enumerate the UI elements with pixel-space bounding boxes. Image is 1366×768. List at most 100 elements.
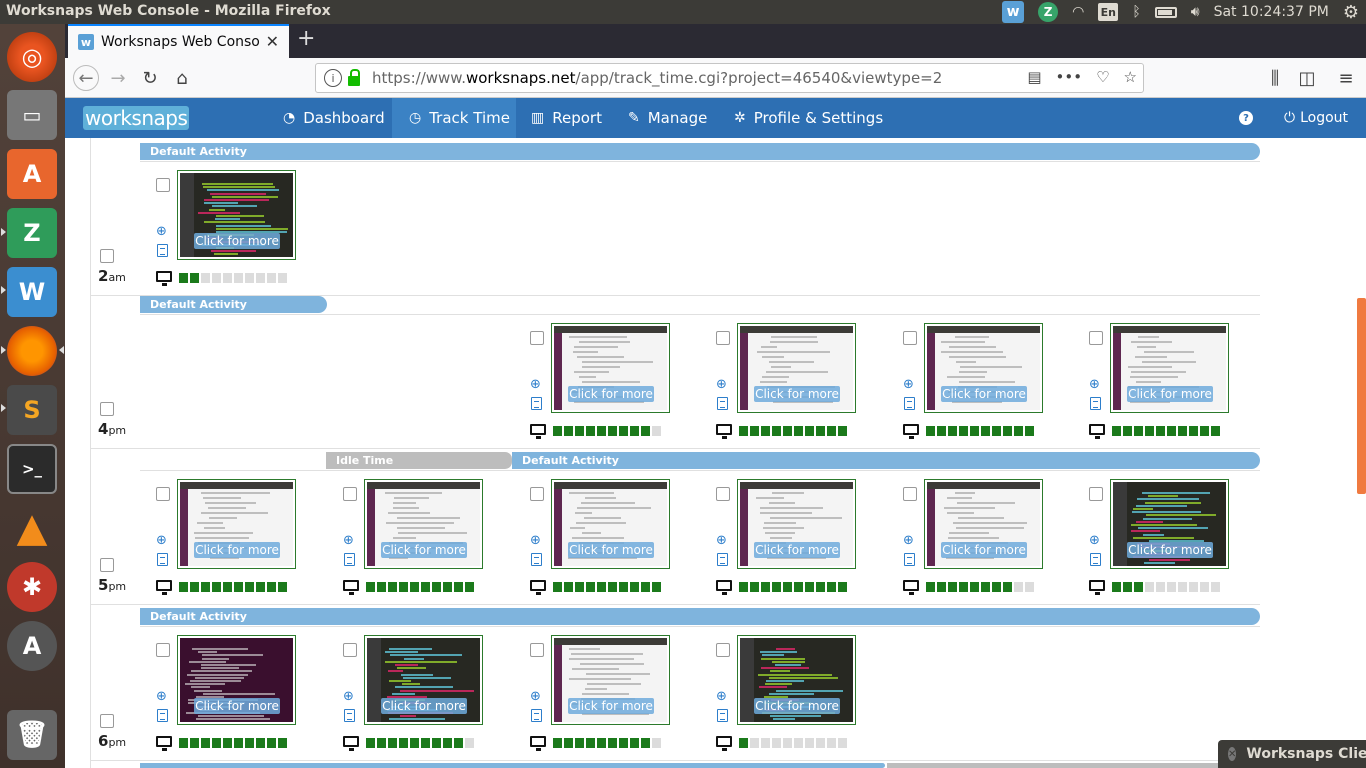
menu-icon[interactable]: ≡ <box>1333 65 1359 91</box>
snapshot-thumbnail[interactable]: Click for more <box>924 323 1043 413</box>
click-for-more-label[interactable]: Click for more <box>1127 386 1213 402</box>
snapshot-thumbnail[interactable]: Click for more <box>737 479 856 569</box>
click-for-more-label[interactable]: Click for more <box>1127 542 1213 558</box>
settings-gear-icon[interactable]: ⚙︎ <box>1343 0 1359 24</box>
note-icon[interactable] <box>531 397 542 410</box>
snapshot-checkbox[interactable] <box>530 331 544 345</box>
click-for-more-label[interactable]: Click for more <box>754 386 840 402</box>
note-icon[interactable] <box>157 709 168 722</box>
pocket-icon[interactable]: ♡ <box>1096 68 1109 86</box>
forward-icon[interactable]: → <box>105 65 131 91</box>
reader-view-icon[interactable]: ▤ <box>1027 68 1041 86</box>
snapshot-checkbox[interactable] <box>1089 331 1103 345</box>
zoom-icon[interactable]: ⊕ <box>1089 533 1100 548</box>
snapshot-thumbnail[interactable]: Click for more <box>924 479 1043 569</box>
software-center-icon[interactable]: A <box>7 149 57 199</box>
row-select-checkbox[interactable] <box>100 402 114 416</box>
reload-icon[interactable]: ↻ <box>137 65 163 91</box>
click-for-more-label[interactable]: Click for more <box>568 698 654 714</box>
zoom-icon[interactable]: ⊕ <box>716 689 727 704</box>
bookmark-star-icon[interactable]: ☆ <box>1124 68 1137 86</box>
snapshot-thumbnail[interactable]: Click for more <box>177 170 296 260</box>
zoom-icon[interactable]: ⊕ <box>156 533 167 548</box>
close-tab-icon[interactable]: ✕ <box>266 32 279 51</box>
click-for-more-label[interactable]: Click for more <box>754 542 840 558</box>
nav-dashboard[interactable]: ◔ Dashboard <box>277 98 391 138</box>
note-icon[interactable] <box>344 553 355 566</box>
snapshot-checkbox[interactable] <box>903 487 917 501</box>
activity-bar[interactable] <box>140 763 885 768</box>
wifi-icon[interactable]: ◠ <box>1072 0 1084 24</box>
files-icon[interactable]: ▭ <box>7 90 57 140</box>
snapshot-thumbnail[interactable]: Click for more <box>1110 323 1229 413</box>
snapshot-checkbox[interactable] <box>716 643 730 657</box>
zoom-icon[interactable]: ⊕ <box>903 377 914 392</box>
click-for-more-label[interactable]: Click for more <box>568 386 654 402</box>
note-icon[interactable] <box>717 709 728 722</box>
zoom-icon[interactable]: ⊕ <box>530 533 541 548</box>
activity-bar[interactable]: Default Activity <box>140 143 1260 160</box>
close-notification-icon[interactable]: ✕ <box>1228 747 1237 761</box>
ubuntu-logo-icon[interactable]: ◎ <box>7 32 57 82</box>
note-icon[interactable] <box>904 397 915 410</box>
network-tool-icon[interactable]: ✱ <box>7 562 57 612</box>
snapshot-thumbnail[interactable]: Click for more <box>1110 479 1229 569</box>
click-for-more-label[interactable]: Click for more <box>941 542 1027 558</box>
snapshot-thumbnail[interactable]: Click for more <box>364 635 483 725</box>
note-icon[interactable] <box>531 553 542 566</box>
worksnaps-icon[interactable]: w <box>1002 0 1025 24</box>
zoom-icon[interactable]: ⊕ <box>156 224 167 239</box>
snapshot-thumbnail[interactable]: Click for more <box>177 635 296 725</box>
terminal-icon[interactable]: >_ <box>7 444 57 494</box>
idle-time-bar[interactable]: Idle Time <box>326 452 512 469</box>
back-icon[interactable]: ← <box>73 65 99 91</box>
click-for-more-label[interactable]: Click for more <box>194 698 280 714</box>
new-tab-icon[interactable]: + <box>297 26 315 51</box>
battery-icon[interactable] <box>1154 0 1177 24</box>
click-for-more-label[interactable]: Click for more <box>194 233 280 249</box>
snapshot-thumbnail[interactable]: Click for more <box>551 479 670 569</box>
home-icon[interactable]: ⌂ <box>169 65 195 91</box>
note-icon[interactable] <box>344 709 355 722</box>
note-icon[interactable] <box>531 709 542 722</box>
click-for-more-label[interactable]: Click for more <box>941 386 1027 402</box>
snapshot-checkbox[interactable] <box>903 331 917 345</box>
page-actions-icon[interactable]: ••• <box>1056 68 1083 86</box>
zoom-z-icon[interactable]: Z <box>1038 0 1059 24</box>
library-icon[interactable]: ⫼ <box>1262 65 1288 91</box>
note-icon[interactable] <box>157 244 168 257</box>
snapshot-checkbox[interactable] <box>343 643 357 657</box>
zotero-icon[interactable]: Z <box>7 208 57 258</box>
snapshot-checkbox[interactable] <box>530 643 544 657</box>
nav-manage[interactable]: ✎ Manage <box>628 98 707 138</box>
note-icon[interactable] <box>904 553 915 566</box>
click-for-more-label[interactable]: Click for more <box>381 698 467 714</box>
zoom-icon[interactable]: ⊕ <box>343 689 354 704</box>
snapshot-checkbox[interactable] <box>716 487 730 501</box>
snapshot-checkbox[interactable] <box>1089 487 1103 501</box>
zoom-icon[interactable]: ⊕ <box>716 533 727 548</box>
zoom-icon[interactable]: ⊕ <box>530 377 541 392</box>
clock[interactable]: Sat 10:24:37 PM <box>1214 0 1329 24</box>
site-info-icon[interactable]: i <box>324 69 342 87</box>
help-icon[interactable]: ? <box>1239 111 1253 125</box>
worksnaps-logo[interactable]: worksnaps <box>83 106 190 130</box>
zoom-icon[interactable]: ⊕ <box>343 533 354 548</box>
click-for-more-label[interactable]: Click for more <box>754 698 840 714</box>
scrollbar-thumb[interactable] <box>1357 298 1366 494</box>
row-select-checkbox[interactable] <box>100 558 114 572</box>
url-bar[interactable]: i https://www.worksnaps.net/app/track_ti… <box>315 63 1144 93</box>
zoom-icon[interactable]: ⊕ <box>1089 377 1100 392</box>
snapshot-checkbox[interactable] <box>156 178 170 192</box>
keyboard-layout-indicator[interactable]: En <box>1098 0 1119 24</box>
note-icon[interactable] <box>1090 553 1101 566</box>
worksnaps-launcher-icon[interactable]: W <box>7 267 57 317</box>
zoom-icon[interactable]: ⊕ <box>156 689 167 704</box>
click-for-more-label[interactable]: Click for more <box>194 542 280 558</box>
snapshot-thumbnail[interactable]: Click for more <box>551 323 670 413</box>
tab-worksnaps[interactable]: w Worksnaps Web Console ✕ <box>68 24 289 58</box>
snapshot-checkbox[interactable] <box>343 487 357 501</box>
sidebar-icon[interactable]: ◫ <box>1294 65 1320 91</box>
nav-report[interactable]: ▥ Report <box>531 98 602 138</box>
idle-time-bar[interactable] <box>887 763 1260 768</box>
